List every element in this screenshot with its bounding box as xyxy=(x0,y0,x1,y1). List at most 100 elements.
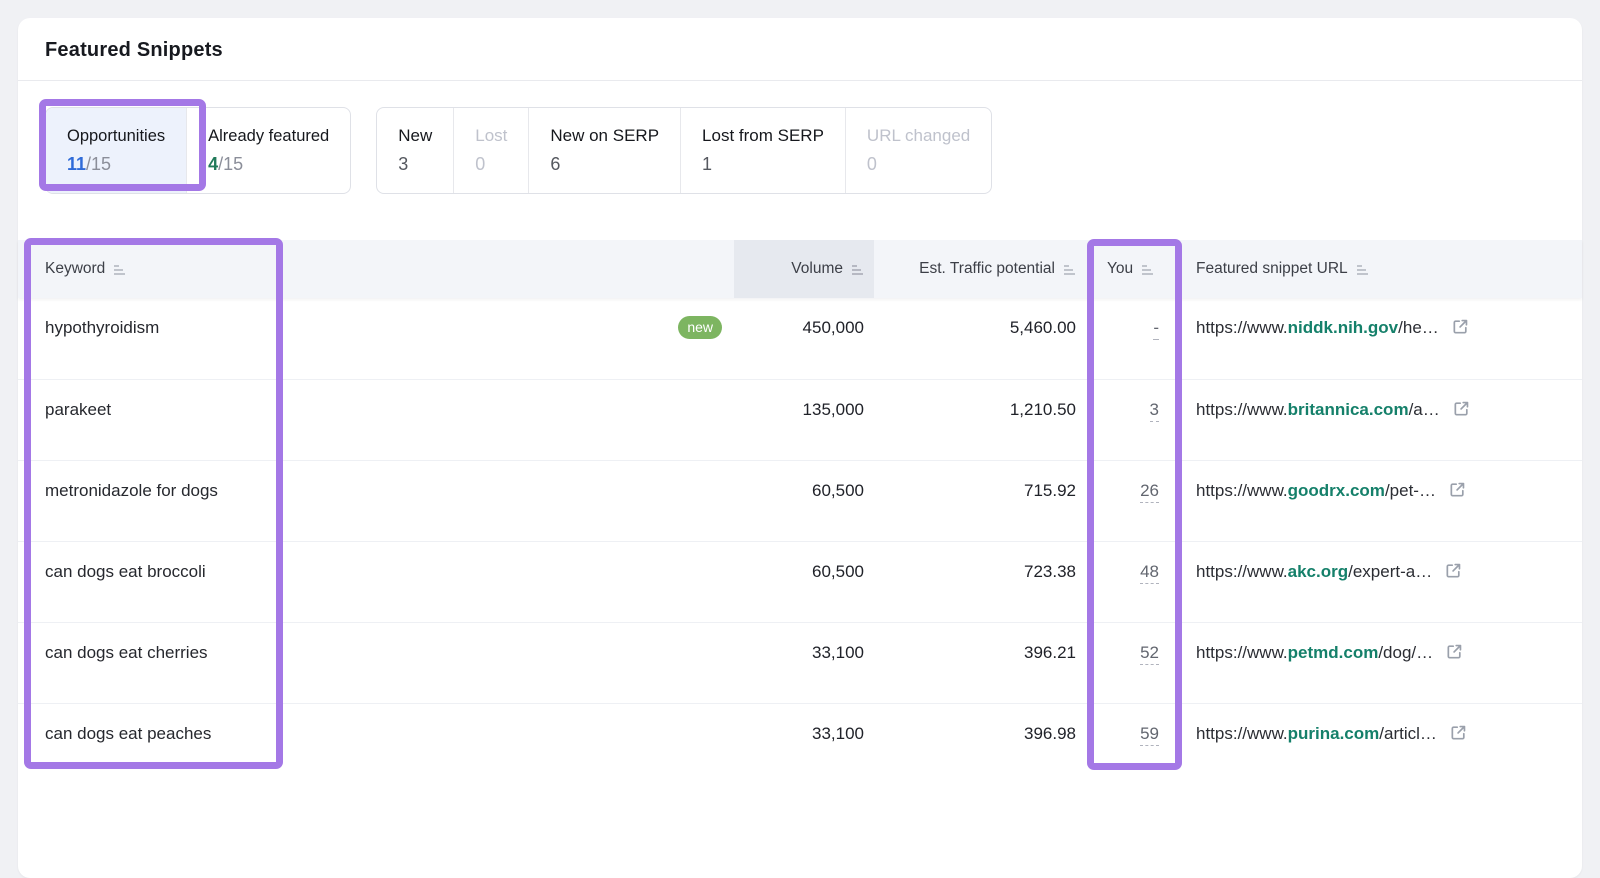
table-row: can dogs eat peaches 33,100 396.98 59 ht… xyxy=(18,703,1582,784)
featured-snippet-url-cell: https://www.petmd.com/dog/… xyxy=(1186,623,1582,703)
sort-icon xyxy=(852,265,863,275)
filter-count: 0 xyxy=(866,154,877,174)
you-position-link[interactable]: 48 xyxy=(1140,562,1159,584)
filter-label: New xyxy=(398,126,433,145)
column-header-volume[interactable]: Volume xyxy=(734,240,874,298)
new-badge: new xyxy=(678,316,722,339)
keyword-link[interactable]: can dogs eat broccoli xyxy=(45,561,206,582)
sort-icon xyxy=(1356,265,1368,275)
keyword-cell: hypothyroidism new xyxy=(18,298,734,379)
column-header-you[interactable]: You xyxy=(1086,240,1186,298)
external-link-icon[interactable] xyxy=(1445,562,1462,584)
card-header: Featured Snippets xyxy=(18,18,1582,81)
est-traffic-potential-cell: 396.21 xyxy=(1024,643,1076,662)
est-traffic-potential-cell: 5,460.00 xyxy=(1009,318,1076,337)
volume-cell: 60,500 xyxy=(812,481,864,500)
sort-icon xyxy=(114,265,126,275)
column-header-keyword[interactable]: Keyword xyxy=(18,240,734,298)
volume-cell: 450,000 xyxy=(802,318,864,337)
keyword-link[interactable]: metronidazole for dogs xyxy=(45,480,218,501)
you-position-link[interactable]: 26 xyxy=(1140,481,1159,503)
volume-cell: 135,000 xyxy=(802,400,864,419)
table-row: can dogs eat broccoli 60,500 723.38 48 h… xyxy=(18,541,1582,622)
volume-cell: 33,100 xyxy=(812,643,864,662)
snippet-url-link[interactable]: https://www.purina.com/articl… xyxy=(1196,723,1437,744)
snippet-url-link[interactable]: https://www.petmd.com/dog/… xyxy=(1196,642,1433,663)
column-header-featured-snippet-url[interactable]: Featured snippet URL xyxy=(1186,240,1582,298)
table-row: metronidazole for dogs 60,500 715.92 26 … xyxy=(18,460,1582,541)
est-traffic-potential-cell: 1,210.50 xyxy=(1009,400,1076,419)
featured-snippet-url-cell: https://www.akc.org/expert-a… xyxy=(1186,542,1582,622)
filter-new-on-serp[interactable]: New on SERP 6 xyxy=(528,108,680,193)
you-position-cell: 3 xyxy=(1086,380,1186,460)
featured-snippets-card: Featured Snippets Opportunities 11/15 Al… xyxy=(18,18,1582,878)
filter-label: URL changed xyxy=(866,126,971,145)
snippet-url-link[interactable]: https://www.niddk.nih.gov/he… xyxy=(1196,317,1439,338)
table-row: can dogs eat cherries 33,100 396.21 52 h… xyxy=(18,622,1582,703)
est-traffic-potential-cell: 396.98 xyxy=(1024,724,1076,743)
tab-already-featured-label: Already featured xyxy=(208,127,330,145)
keyword-link[interactable]: can dogs eat cherries xyxy=(45,642,208,663)
table-header: Keyword Volume Est. Traffic potential Yo… xyxy=(18,240,1582,298)
you-position-cell: 48 xyxy=(1086,542,1186,622)
sort-icon xyxy=(1142,265,1154,275)
filter-label: New on SERP xyxy=(550,126,660,145)
keyword-cell: metronidazole for dogs xyxy=(18,461,734,541)
filter-count: 3 xyxy=(398,154,409,174)
page-title: Featured Snippets xyxy=(45,39,223,61)
filter-new[interactable]: New 3 xyxy=(377,108,453,193)
filter-count: 1 xyxy=(702,154,713,174)
tab-opportunities-value: 11/15 xyxy=(67,154,112,174)
snippet-url-link[interactable]: https://www.goodrx.com/pet-… xyxy=(1196,480,1436,501)
filter-label: Lost xyxy=(475,126,508,145)
external-link-icon[interactable] xyxy=(1449,481,1466,503)
external-link-icon[interactable] xyxy=(1446,643,1463,665)
table-row: hypothyroidism new 450,000 5,460.00 - ht… xyxy=(18,298,1582,379)
tab-opportunities[interactable]: Opportunities 11/15 xyxy=(46,108,187,193)
you-position-cell: 52 xyxy=(1086,623,1186,703)
volume-cell: 60,500 xyxy=(812,562,864,581)
snippet-url-link[interactable]: https://www.britannica.com/a… xyxy=(1196,399,1440,420)
keyword-link[interactable]: parakeet xyxy=(45,399,111,420)
snippet-url-link[interactable]: https://www.akc.org/expert-a… xyxy=(1196,561,1432,582)
tab-already-featured[interactable]: Already featured 4/15 xyxy=(186,108,350,193)
volume-cell: 33,100 xyxy=(812,724,864,743)
keyword-cell: parakeet xyxy=(18,380,734,460)
featured-snippet-url-cell: https://www.britannica.com/a… xyxy=(1186,380,1582,460)
snippet-type-tabs: Opportunities 11/15 Already featured 4/1… xyxy=(45,107,352,194)
external-link-icon[interactable] xyxy=(1453,400,1470,422)
you-position-link[interactable]: 59 xyxy=(1140,724,1159,746)
filter-lost-from-serp[interactable]: Lost from SERP 1 xyxy=(680,108,845,193)
external-link-icon[interactable] xyxy=(1452,318,1469,340)
filter-count: 0 xyxy=(475,154,486,174)
keyword-link[interactable]: hypothyroidism xyxy=(45,317,159,338)
you-position-link[interactable]: 52 xyxy=(1140,643,1159,665)
est-traffic-potential-cell: 715.92 xyxy=(1024,481,1076,500)
tab-already-featured-value: 4/15 xyxy=(208,154,244,174)
filter-count: 6 xyxy=(550,154,561,174)
tab-opportunities-label: Opportunities xyxy=(67,127,166,145)
you-position-cell: 26 xyxy=(1086,461,1186,541)
you-position-link[interactable]: - xyxy=(1153,318,1159,340)
featured-snippet-url-cell: https://www.goodrx.com/pet-… xyxy=(1186,461,1582,541)
est-traffic-potential-cell: 723.38 xyxy=(1024,562,1076,581)
sort-icon xyxy=(1064,265,1075,275)
keyword-link[interactable]: can dogs eat peaches xyxy=(45,723,211,744)
keyword-cell: can dogs eat peaches xyxy=(18,704,734,784)
featured-snippet-url-cell: https://www.niddk.nih.gov/he… xyxy=(1186,298,1582,379)
keyword-cell: can dogs eat broccoli xyxy=(18,542,734,622)
filter-lost[interactable]: Lost 0 xyxy=(453,108,528,193)
keyword-cell: can dogs eat cherries xyxy=(18,623,734,703)
external-link-icon[interactable] xyxy=(1450,724,1467,746)
table-row: parakeet 135,000 1,210.50 3 https://www.… xyxy=(18,379,1582,460)
column-header-est-traffic-potential[interactable]: Est. Traffic potential xyxy=(874,240,1086,298)
table-body: hypothyroidism new 450,000 5,460.00 - ht… xyxy=(18,298,1582,784)
snippets-table: Keyword Volume Est. Traffic potential Yo… xyxy=(18,240,1582,784)
controls-row: Opportunities 11/15 Already featured 4/1… xyxy=(45,107,1555,194)
change-filter-group: New 3 Lost 0 New on SERP 6 Lost from SERP 1 URL … xyxy=(376,107,993,194)
filter-url-changed[interactable]: URL changed 0 xyxy=(844,108,991,193)
featured-snippet-url-cell: https://www.purina.com/articl… xyxy=(1186,704,1582,784)
filter-label: Lost from SERP xyxy=(702,126,824,145)
you-position-link[interactable]: 3 xyxy=(1149,400,1159,422)
you-position-cell: - xyxy=(1086,298,1186,379)
